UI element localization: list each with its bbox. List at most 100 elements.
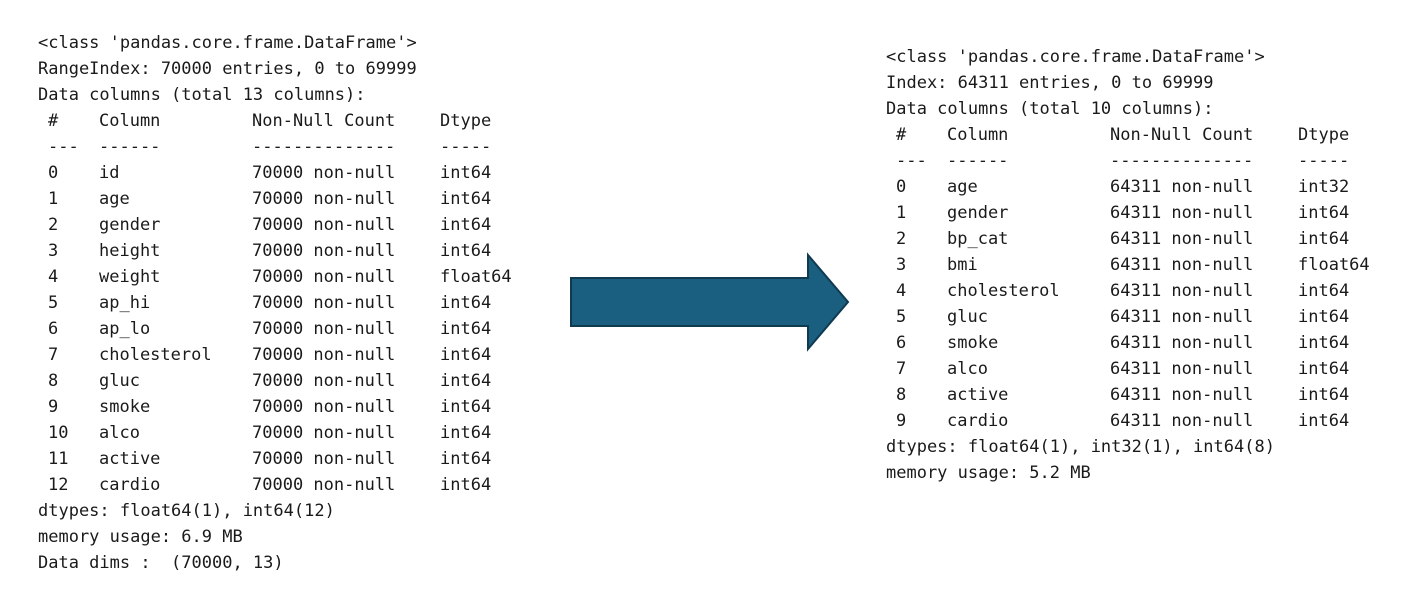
col-index-cell: 7 — [48, 345, 59, 365]
columns-summary-line: Data columns (total 10 columns): — [886, 99, 1214, 119]
col-name-cell: Column — [947, 125, 1009, 145]
non-null-count-cell: 70000 non-null — [252, 293, 396, 313]
col-index-cell: 3 — [896, 255, 907, 275]
non-null-count-cell: 70000 non-null — [252, 345, 396, 365]
col-index-cell: 5 — [48, 293, 59, 313]
non-null-count-cell: 70000 non-null — [252, 397, 396, 417]
dtype-cell: int64 — [440, 475, 492, 495]
table-row: 5 ap_hi 70000 non-null int64 — [38, 290, 512, 316]
col-index-cell: 1 — [896, 203, 907, 223]
col-name-cell: height — [99, 241, 161, 261]
dtype-cell: int64 — [1298, 307, 1350, 327]
non-null-count-cell: 64311 non-null — [1110, 307, 1254, 327]
table-row: 1 age 70000 non-null int64 — [38, 186, 512, 212]
table-row: 0 age 64311 non-null int32 — [886, 174, 1370, 200]
dtype-cell: int64 — [1298, 203, 1350, 223]
dtype-cell: int64 — [1298, 281, 1350, 301]
non-null-count-cell: Non-Null Count — [252, 111, 396, 131]
dtype-cell: int64 — [440, 371, 492, 391]
col-name-cell: cholesterol — [947, 281, 1060, 301]
dtype-cell: int64 — [440, 241, 492, 261]
col-name-cell: bmi — [947, 255, 978, 275]
col-name-cell: ap_hi — [99, 293, 151, 313]
table-row: 2 bp_cat 64311 non-null int64 — [886, 226, 1370, 252]
col-name-cell: weight — [99, 267, 161, 287]
dtype-cell: int64 — [1298, 385, 1350, 405]
dtype-cell: int64 — [440, 423, 492, 443]
class-line: <class 'pandas.core.frame.DataFrame'> — [38, 33, 417, 53]
non-null-count-cell: 64311 non-null — [1110, 177, 1254, 197]
column-info-table: # Column Non-Null Count Dtype --- ------ -----… — [886, 122, 1370, 434]
col-index-cell: 1 — [48, 189, 59, 209]
non-null-count-cell: 64311 non-null — [1110, 359, 1254, 379]
dtypes-line: dtypes: float64(1), int32(1), int64(8) — [886, 437, 1275, 457]
col-index-cell: 8 — [896, 385, 907, 405]
non-null-count-cell: 64311 non-null — [1110, 385, 1254, 405]
col-name-cell: Column — [99, 111, 161, 131]
table-row: 0 id 70000 non-null int64 — [38, 160, 512, 186]
dtype-cell: int64 — [440, 397, 492, 417]
dtype-cell: int64 — [1298, 411, 1350, 431]
cleaned-dataframe-info: <class 'pandas.core.frame.DataFrame'> In… — [886, 44, 1370, 486]
non-null-count-cell: 70000 non-null — [252, 189, 396, 209]
col-name-cell: gender — [99, 215, 161, 235]
dtype-cell: int64 — [440, 319, 492, 339]
col-name-cell: ------ — [947, 151, 1009, 171]
table-row: 6 smoke 64311 non-null int64 — [886, 330, 1370, 356]
col-index-cell: 4 — [896, 281, 907, 301]
right-arrow-icon — [570, 252, 850, 352]
original-dataframe-info: <class 'pandas.core.frame.DataFrame'> Ra… — [38, 30, 512, 576]
col-index-cell: 9 — [896, 411, 907, 431]
dtype-cell: int64 — [440, 215, 492, 235]
col-name-cell: alco — [99, 423, 140, 443]
columns-summary-line: Data columns (total 13 columns): — [38, 85, 366, 105]
separator-row: --- ------ -------------- ----- — [38, 134, 512, 160]
dtype-cell: ----- — [1298, 151, 1350, 171]
dtype-cell: int32 — [1298, 177, 1350, 197]
index-line: Index: 64311 entries, 0 to 69999 — [886, 73, 1214, 93]
table-row: 2 gender 70000 non-null int64 — [38, 212, 512, 238]
col-name-cell: gluc — [99, 371, 140, 391]
non-null-count-cell: 64311 non-null — [1110, 229, 1254, 249]
table-row: 4 weight 70000 non-null float64 — [38, 264, 512, 290]
col-name-cell: age — [99, 189, 130, 209]
col-index-cell: 2 — [48, 215, 59, 235]
column-info-table: # Column Non-Null Count Dtype --- ------ -----… — [38, 108, 512, 498]
dtype-cell: int64 — [440, 449, 492, 469]
non-null-count-cell: -------------- — [252, 137, 396, 157]
col-index-cell: 0 — [48, 163, 59, 183]
col-name-cell: cardio — [947, 411, 1009, 431]
non-null-count-cell: 64311 non-null — [1110, 411, 1254, 431]
non-null-count-cell: 64311 non-null — [1110, 281, 1254, 301]
memory-usage-line: memory usage: 6.9 MB — [38, 527, 243, 547]
non-null-count-cell: 70000 non-null — [252, 241, 396, 261]
col-name-cell: gluc — [947, 307, 988, 327]
col-name-cell: smoke — [99, 397, 151, 417]
col-index-cell: 2 — [896, 229, 907, 249]
table-row: 6 ap_lo 70000 non-null int64 — [38, 316, 512, 342]
dtype-cell: int64 — [440, 293, 492, 313]
table-row: 4 cholesterol 64311 non-null int64 — [886, 278, 1370, 304]
col-name-cell: age — [947, 177, 978, 197]
col-index-cell: --- — [896, 151, 927, 171]
col-index-cell: 7 — [896, 359, 907, 379]
col-index-cell: 3 — [48, 241, 59, 261]
dtype-cell: float64 — [1298, 255, 1370, 275]
col-index-cell: 4 — [48, 267, 59, 287]
col-name-cell: ap_lo — [99, 319, 151, 339]
non-null-count-cell: 70000 non-null — [252, 423, 396, 443]
table-row: 11 active 70000 non-null int64 — [38, 446, 512, 472]
non-null-count-cell: Non-Null Count — [1110, 125, 1254, 145]
dtype-cell: ----- — [440, 137, 492, 157]
table-row: 3 bmi 64311 non-null float64 — [886, 252, 1370, 278]
col-name-cell: cardio — [99, 475, 161, 495]
table-row: 7 cholesterol 70000 non-null int64 — [38, 342, 512, 368]
table-row: 10 alco 70000 non-null int64 — [38, 420, 512, 446]
non-null-count-cell: 70000 non-null — [252, 215, 396, 235]
memory-usage-line: memory usage: 5.2 MB — [886, 463, 1091, 483]
col-index-cell: # — [896, 125, 907, 145]
col-index-cell: 6 — [48, 319, 59, 339]
col-index-cell: 12 — [48, 475, 69, 495]
col-index-cell: 8 — [48, 371, 59, 391]
index-line: RangeIndex: 70000 entries, 0 to 69999 — [38, 59, 417, 79]
